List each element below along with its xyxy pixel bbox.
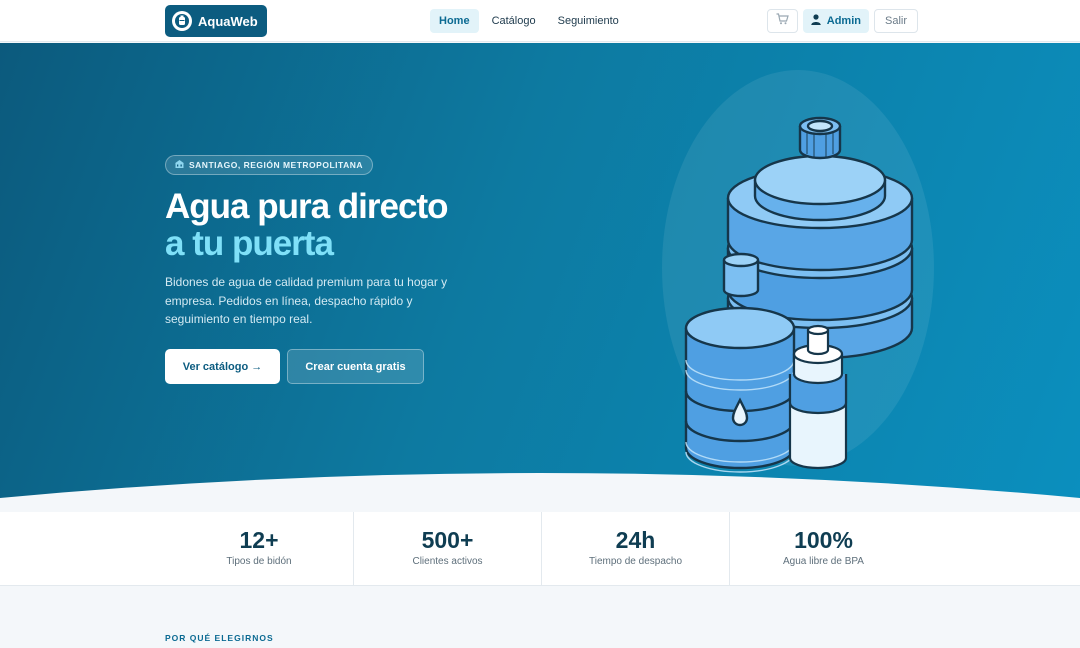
cart-icon [776, 12, 789, 30]
section-eyebrow: POR QUÉ ELEGIRNOS [165, 633, 274, 643]
stat-item: 100% Agua libre de BPA [729, 512, 917, 586]
stat-label: Tiempo de despacho [588, 556, 683, 567]
ver-catalogo-button[interactable]: Ver catálogo → [165, 349, 280, 384]
brand-logo-link[interactable]: AquaWeb [165, 5, 267, 37]
nav-link-catalogo[interactable]: Catálogo [483, 9, 545, 33]
main-nav: Home Catálogo Seguimiento [430, 9, 628, 33]
building-icon [175, 156, 184, 174]
hero-section: SANTIAGO, REGIÓN METROPOLITANA Agua pura… [0, 43, 1080, 512]
hero-description: Bidones de agua de calidad premium para … [165, 275, 448, 326]
stat-value: 24h [615, 527, 656, 553]
crear-cuenta-button[interactable]: Crear cuenta gratis [287, 349, 424, 384]
location-badge-text: SANTIAGO, REGIÓN METROPOLITANA [189, 160, 363, 170]
nav-link-home[interactable]: Home [430, 9, 479, 33]
hero-title-line-2: a tu puerta [165, 224, 334, 263]
stat-item: 12+ Tipos de bidón [165, 512, 353, 586]
stat-label: Tipos de bidón [226, 556, 292, 567]
stat-item: 500+ Clientes activos [353, 512, 541, 586]
admin-button[interactable]: Admin [802, 9, 869, 33]
stat-label: Clientes activos [412, 556, 483, 567]
water-drop-logo-icon [172, 11, 192, 31]
top-navbar: AquaWeb Home Catálogo Seguimiento Admin … [0, 0, 1080, 42]
stats-bar: 12+ Tipos de bidón 500+ Clientes activos… [0, 512, 1080, 586]
stat-value: 500+ [421, 527, 474, 553]
stat-item: 24h Tiempo de despacho [541, 512, 729, 586]
cart-button[interactable] [766, 9, 798, 33]
water-jugs-illustration [662, 70, 934, 473]
hero-title: Agua pura directo a tu puerta [165, 187, 448, 263]
hero-title-line-1: Agua pura directo [165, 187, 448, 226]
brand-name: AquaWeb [198, 13, 258, 29]
user-icon [811, 14, 821, 28]
stat-value: 100% [794, 527, 853, 553]
location-badge: SANTIAGO, REGIÓN METROPOLITANA [165, 155, 373, 175]
admin-label: Admin [826, 15, 861, 27]
stat-value: 12+ [239, 527, 279, 553]
nav-actions: Admin Salir [766, 9, 918, 33]
logout-button[interactable]: Salir [873, 9, 918, 33]
stat-label: Agua libre de BPA [783, 556, 864, 567]
nav-link-seguimiento[interactable]: Seguimiento [549, 9, 628, 33]
